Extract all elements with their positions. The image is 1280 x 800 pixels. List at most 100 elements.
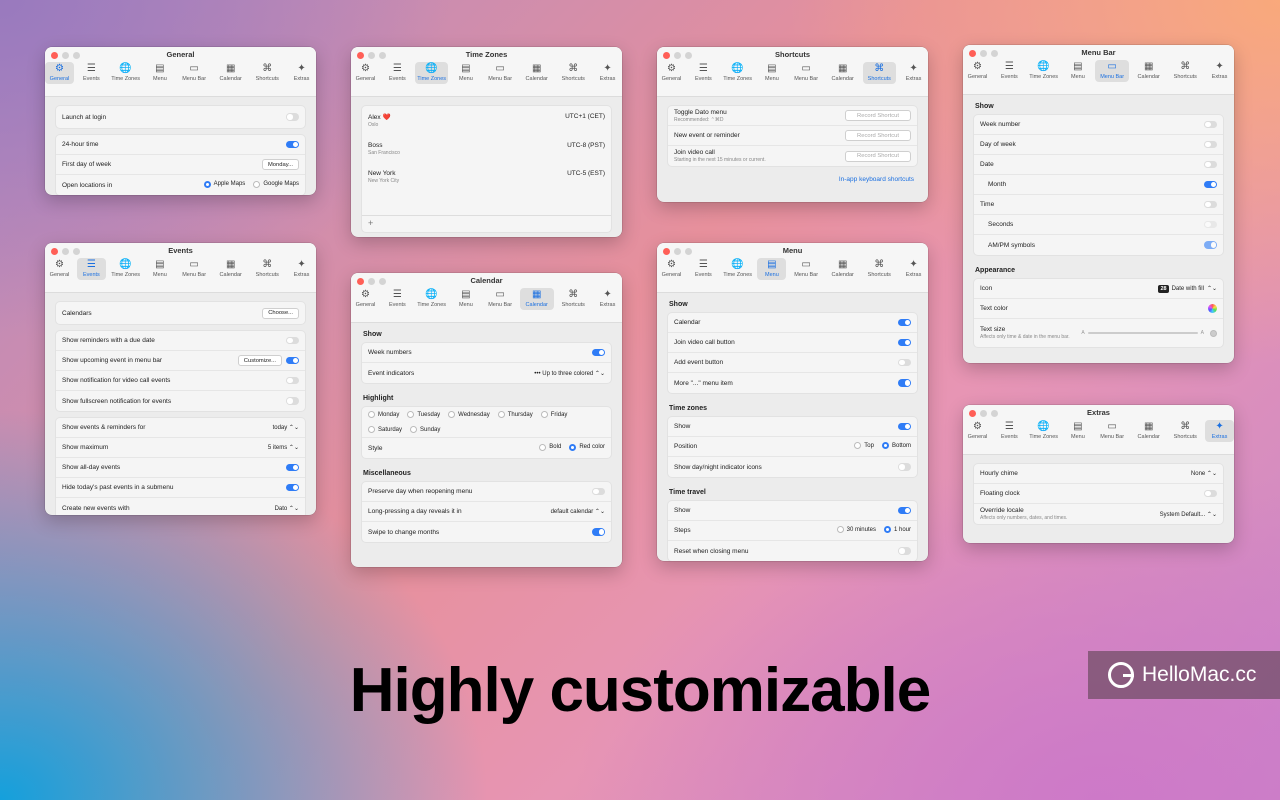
locale-select[interactable]: System Default... ⌃⌄ xyxy=(1160,511,1217,518)
1-hour-radio[interactable]: 1 hour xyxy=(883,526,911,533)
join-button-toggle[interactable] xyxy=(898,338,911,347)
tab-calendar[interactable]: ▦ Calendar xyxy=(1132,60,1166,82)
tab-extras[interactable]: ✦ Extras xyxy=(287,258,316,280)
tab-shortcuts[interactable]: ⌘ Shortcuts xyxy=(251,62,285,84)
tab-events[interactable]: ☰ Events xyxy=(76,258,106,280)
30-minutes-radio[interactable]: 30 minutes xyxy=(836,526,876,533)
tab-menu[interactable]: ▤ Menu xyxy=(145,62,174,84)
tab-extras[interactable]: ✦ Extras xyxy=(287,62,316,84)
show-for-select[interactable]: today ⌃⌄ xyxy=(273,424,299,431)
record-shortcut-button[interactable]: Record Shortcut xyxy=(845,150,911,162)
calendar-toggle[interactable] xyxy=(898,318,911,327)
tab-shortcuts[interactable]: ⌘ Shortcuts xyxy=(251,258,285,280)
launch-toggle[interactable] xyxy=(286,113,299,121)
fullscreen-toggle[interactable] xyxy=(286,397,299,405)
tab-general[interactable]: ⚙ General xyxy=(657,258,686,280)
tab-extras[interactable]: ✦ Extras xyxy=(899,258,928,280)
tab-time-zones[interactable]: 🌐 Time Zones xyxy=(414,62,449,84)
tab-extras[interactable]: ✦ Extras xyxy=(1205,60,1234,82)
tab-events[interactable]: ☰ Events xyxy=(77,62,106,84)
tab-general[interactable]: ⚙ General xyxy=(963,60,992,82)
chime-select[interactable]: None ⌃⌄ xyxy=(1191,470,1217,477)
all-day-toggle[interactable] xyxy=(286,463,299,472)
seconds-toggle[interactable] xyxy=(1204,220,1217,229)
tab-general[interactable]: ⚙ General xyxy=(45,62,74,84)
week-numbers-toggle[interactable] xyxy=(592,348,605,357)
reset-size-icon[interactable] xyxy=(1210,329,1217,337)
bold-radio[interactable]: Bold xyxy=(539,443,561,451)
tab-shortcuts[interactable]: ⌘ Shortcuts xyxy=(557,62,591,84)
notif-video-toggle[interactable] xyxy=(286,376,299,385)
tab-calendar[interactable]: ▦ Calendar xyxy=(826,62,860,84)
swipe-toggle[interactable] xyxy=(592,528,605,536)
customize-button[interactable]: Customize... xyxy=(237,355,282,366)
day-checkbox[interactable]: Wednesday xyxy=(448,411,490,418)
tz-show-toggle[interactable] xyxy=(898,422,911,431)
tab-events[interactable]: ☰ Events xyxy=(383,288,412,310)
tab-calendar[interactable]: ▦ Calendar xyxy=(826,258,860,280)
bottom-radio[interactable]: Bottom xyxy=(881,442,911,449)
tab-time-zones[interactable]: 🌐 Time Zones xyxy=(109,62,143,84)
tab-menu[interactable]: ▤ Menu xyxy=(757,62,786,84)
tab-menu[interactable]: ▤ Menu xyxy=(1063,420,1092,442)
timezone-row[interactable]: Boss San Francisco UTC-8 (PST) xyxy=(362,135,611,163)
floating-toggle[interactable] xyxy=(1204,489,1217,498)
tab-events[interactable]: ☰ Events xyxy=(689,258,718,280)
tab-calendar[interactable]: ▦ Calendar xyxy=(1132,420,1166,442)
tab-menu-bar[interactable]: ▭ Menu Bar xyxy=(177,258,211,280)
date-toggle[interactable] xyxy=(1204,160,1217,169)
top-radio[interactable]: Top xyxy=(854,442,874,449)
hide-past-toggle[interactable] xyxy=(286,483,299,492)
tab-menu-bar[interactable]: ▭ Menu Bar xyxy=(789,62,823,84)
maximum-select[interactable]: 5 items ⌃⌄ xyxy=(268,444,299,451)
day-checkbox[interactable]: Thursday xyxy=(497,411,533,418)
daynight-toggle[interactable] xyxy=(898,463,911,471)
tab-events[interactable]: ☰ Events xyxy=(995,420,1024,442)
tab-shortcuts[interactable]: ⌘ Shortcuts xyxy=(1169,420,1203,442)
ampm-toggle[interactable] xyxy=(1204,241,1217,249)
tab-menu-bar[interactable]: ▭ Menu Bar xyxy=(789,258,823,280)
tab-events[interactable]: ☰ Events xyxy=(383,62,412,84)
upcoming-toggle[interactable] xyxy=(286,356,299,365)
tab-time-zones[interactable]: 🌐 Time Zones xyxy=(721,258,755,280)
red-color-radio[interactable]: Red color xyxy=(569,443,605,451)
tab-menu[interactable]: ▤ Menu xyxy=(1063,60,1092,82)
tab-general[interactable]: ⚙ General xyxy=(45,258,74,280)
tab-menu-bar[interactable]: ▭ Menu Bar xyxy=(483,62,517,84)
tab-calendar[interactable]: ▦ Calendar xyxy=(214,62,248,84)
h24-toggle[interactable] xyxy=(286,140,299,149)
tab-menu-bar[interactable]: ▭ Menu Bar xyxy=(1095,420,1129,442)
record-shortcut-button[interactable]: Record Shortcut xyxy=(845,110,911,121)
day-checkbox[interactable]: Monday xyxy=(368,411,399,418)
tab-extras[interactable]: ✦ Extras xyxy=(1205,420,1234,442)
add-button-toggle[interactable] xyxy=(898,358,911,367)
tab-menu[interactable]: ▤ Menu xyxy=(451,62,480,84)
tab-general[interactable]: ⚙ General xyxy=(963,420,992,442)
reminders-toggle[interactable] xyxy=(286,336,299,345)
day-checkbox[interactable]: Sunday xyxy=(410,426,440,433)
month-toggle[interactable] xyxy=(1204,180,1217,189)
tab-extras[interactable]: ✦ Extras xyxy=(593,288,622,310)
tab-menu-bar[interactable]: ▭ Menu Bar xyxy=(177,62,211,84)
tab-events[interactable]: ☰ Events xyxy=(995,60,1024,82)
tab-shortcuts[interactable]: ⌘ Shortcuts xyxy=(863,258,897,280)
day-checkbox[interactable]: Friday xyxy=(540,411,567,418)
first-day-button[interactable]: Monday... xyxy=(261,159,299,170)
day-of-week-toggle[interactable] xyxy=(1204,140,1217,149)
day-checkbox[interactable]: Saturday xyxy=(368,426,402,433)
tab-calendar[interactable]: ▦ Calendar xyxy=(520,62,554,84)
tab-menu-bar[interactable]: ▭ Menu Bar xyxy=(1095,60,1129,82)
tab-extras[interactable]: ✦ Extras xyxy=(593,62,622,84)
apple-maps-radio[interactable]: Apple Maps xyxy=(203,180,245,188)
tab-extras[interactable]: ✦ Extras xyxy=(899,62,928,84)
tab-menu[interactable]: ▤ Menu xyxy=(757,258,787,280)
timezone-row[interactable]: New York New York City UTC-5 (EST) xyxy=(362,163,611,191)
timezone-row[interactable]: Alex ❤️ Oslo UTC+1 (CET) xyxy=(362,106,611,135)
tab-time-zones[interactable]: 🌐 Time Zones xyxy=(721,62,755,84)
long-press-select[interactable]: default calendar ⌃⌄ xyxy=(551,508,605,515)
travel-show-toggle[interactable] xyxy=(898,506,911,515)
keyboard-shortcuts-link[interactable]: In-app keyboard shortcuts xyxy=(667,172,918,187)
tab-calendar[interactable]: ▦ Calendar xyxy=(519,288,554,310)
tab-time-zones[interactable]: 🌐 Time Zones xyxy=(1027,60,1061,82)
record-shortcut-button[interactable]: Record Shortcut xyxy=(845,130,911,141)
